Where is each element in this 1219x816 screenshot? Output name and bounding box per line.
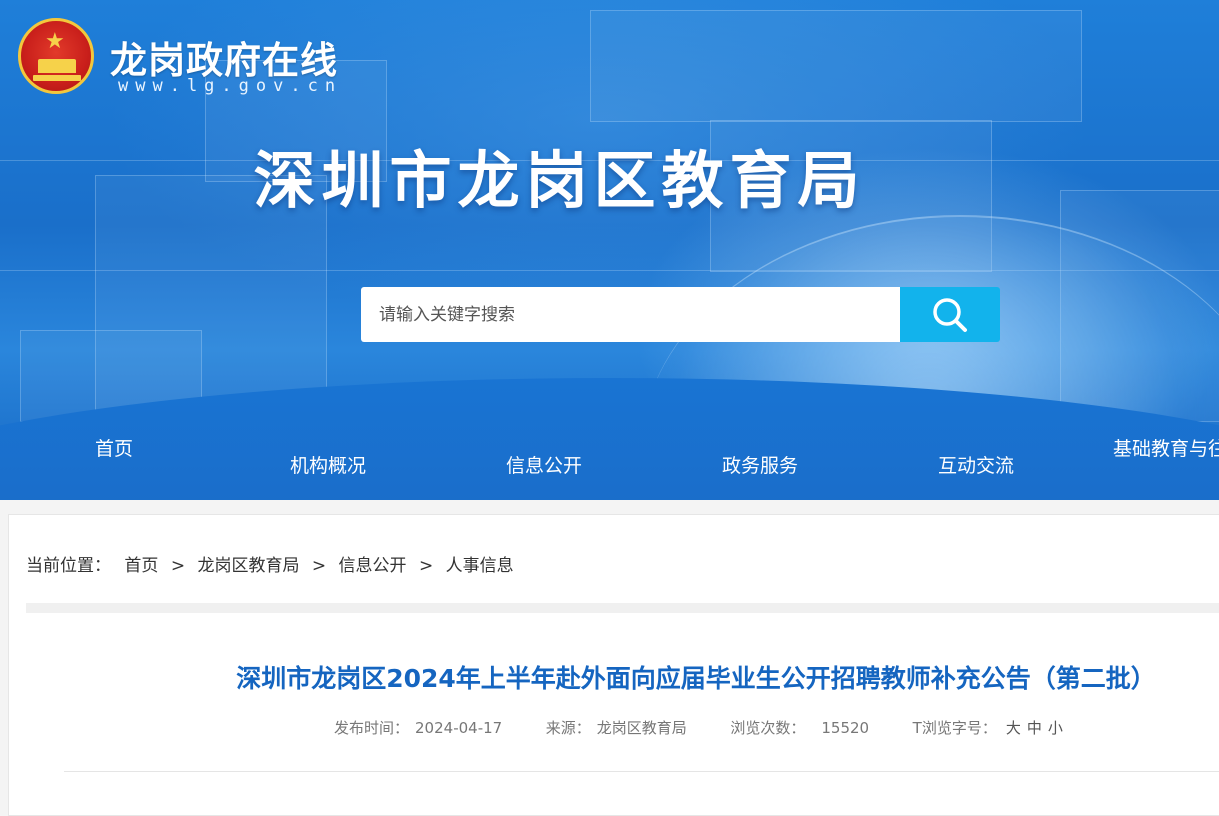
national-emblem-icon: ★ — [18, 18, 94, 94]
meta-divider — [64, 771, 1219, 772]
decor-panel — [590, 10, 1082, 122]
font-size-small-button[interactable]: 小 — [1048, 719, 1063, 737]
nav-interaction[interactable]: 互动交流 — [938, 451, 1014, 478]
article-container: 当前位置： 首页 > 龙岗区教育局 > 信息公开 > 人事信息 深圳市龙岗区20… — [8, 514, 1219, 816]
nav-gov-services[interactable]: 政务服务 — [722, 451, 798, 478]
search-icon — [933, 297, 967, 332]
article-meta: 发布时间： 2024-04-17 来源： 龙岗区教育局 浏览次数： 15520 T浏览… — [334, 717, 1066, 738]
breadcrumb-separator: > — [418, 556, 434, 576]
views-label: 浏览次数： — [730, 719, 806, 737]
font-size-large-button[interactable]: 大 — [1006, 719, 1021, 737]
breadcrumb: 当前位置： 首页 > 龙岗区教育局 > 信息公开 > 人事信息 — [26, 551, 514, 576]
published-date: 2024-04-17 — [415, 719, 503, 737]
breadcrumb-home[interactable]: 首页 — [124, 556, 158, 576]
search-button[interactable] — [900, 287, 1000, 342]
font-size-medium-button[interactable]: 中 — [1027, 719, 1042, 737]
published-label: 发布时间： — [334, 719, 410, 737]
nav-basic-education[interactable]: 基础教育与往 — [1113, 434, 1219, 461]
nav-organization[interactable]: 机构概况 — [290, 451, 366, 478]
article-title: 深圳市龙岗区2024年上半年赴外面向应届毕业生公开招聘教师补充公告（第二批） — [236, 664, 1156, 693]
section-divider — [26, 603, 1219, 613]
font-size-label: T浏览字号： — [912, 719, 997, 737]
nav-home[interactable]: 首页 — [95, 434, 133, 461]
source-value: 龙岗区教育局 — [596, 719, 687, 737]
breadcrumb-separator: > — [311, 556, 327, 576]
site-url: www.lg.gov.cn — [118, 76, 343, 96]
header-banner: ★ 龙岗政府在线 www.lg.gov.cn 深圳市龙岗区教育局 首页 机构概况… — [0, 0, 1219, 500]
nav-info-disclosure[interactable]: 信息公开 — [506, 451, 582, 478]
bureau-title: 深圳市龙岗区教育局 — [253, 144, 866, 217]
breadcrumb-prefix: 当前位置： — [26, 556, 111, 576]
breadcrumb-bureau[interactable]: 龙岗区教育局 — [197, 556, 299, 576]
breadcrumb-info-disclosure[interactable]: 信息公开 — [339, 556, 407, 576]
views-count: 15520 — [821, 719, 870, 737]
breadcrumb-personnel-info[interactable]: 人事信息 — [446, 556, 514, 576]
search-input[interactable] — [361, 287, 901, 342]
breadcrumb-separator: > — [170, 556, 186, 576]
source-label: 来源： — [545, 719, 591, 737]
